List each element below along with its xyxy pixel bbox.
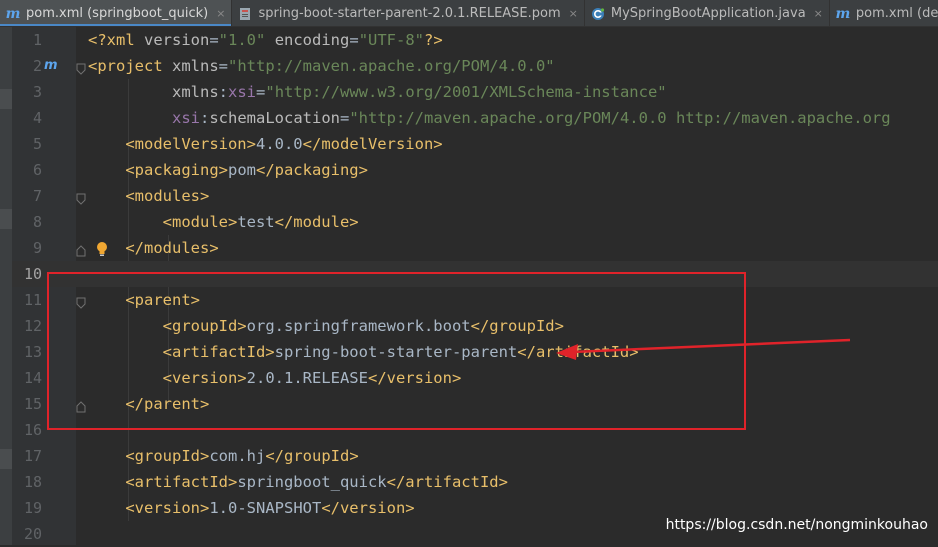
watermark: https://blog.csdn.net/nongminkouhao — [665, 517, 928, 533]
red-arrow-annotation — [556, 338, 851, 360]
